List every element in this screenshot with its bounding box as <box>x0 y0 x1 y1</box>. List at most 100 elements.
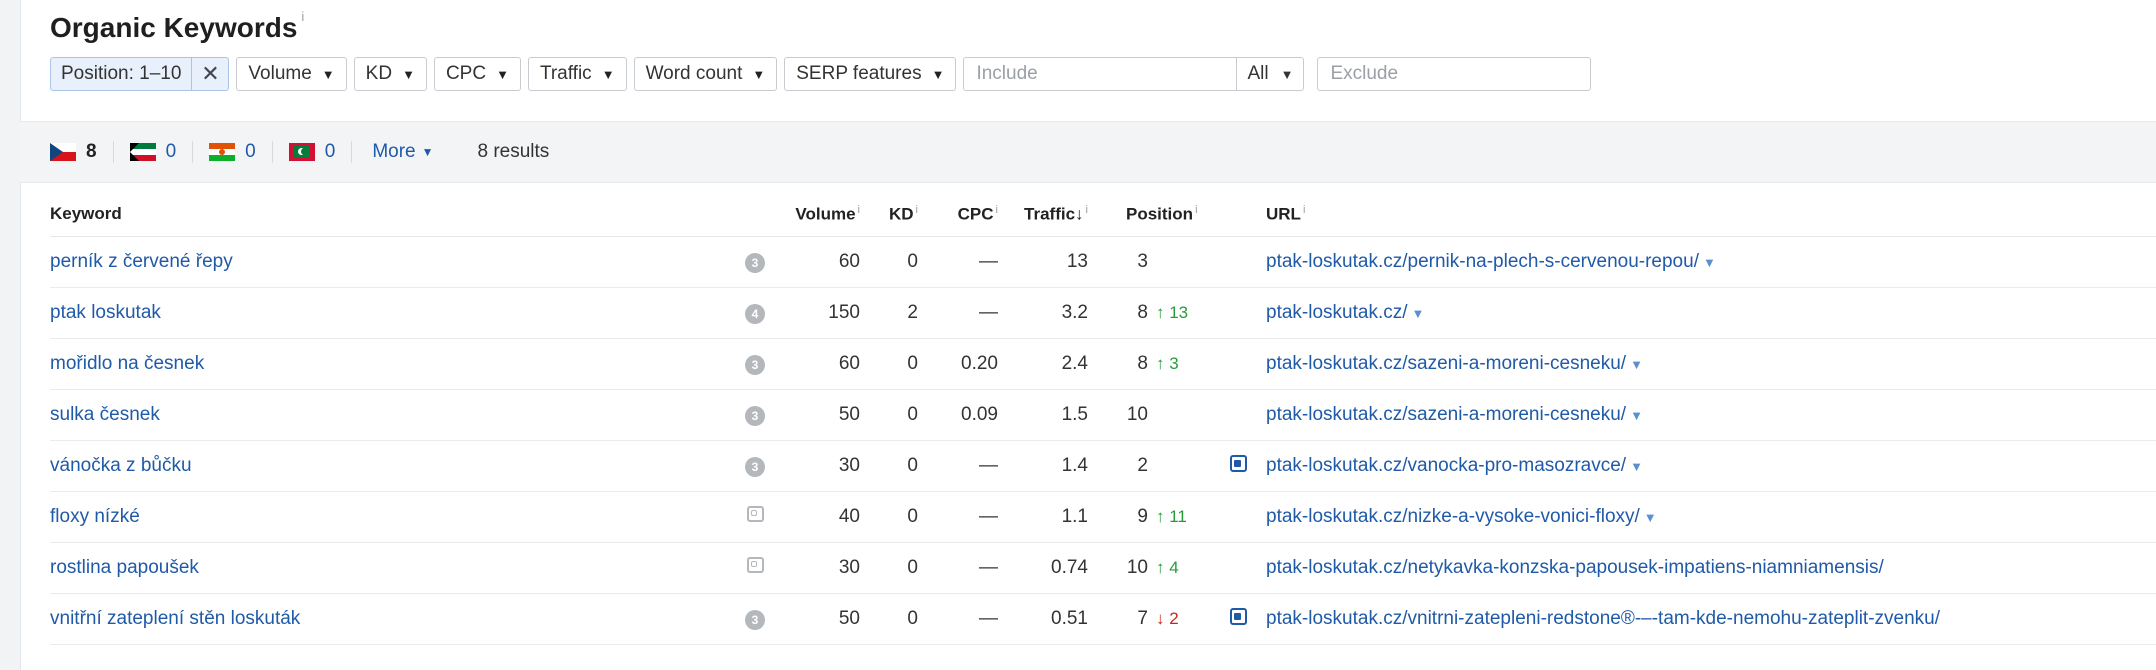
include-mode-label: All <box>1247 63 1269 84</box>
chevron-down-icon: ▼ <box>421 145 434 159</box>
kuwait-flag-icon <box>129 143 156 161</box>
exclude-input[interactable] <box>1317 57 1592 91</box>
title-info-icon[interactable]: i <box>301 8 304 26</box>
volume-cell: 30 <box>780 542 860 594</box>
cpc-filter-dropdown[interactable]: CPC ▼ <box>433 57 521 91</box>
keywords-table: Keyword Volume i KD i CPC i Traffic↓ i Posit… <box>50 192 2156 645</box>
czech-flag-icon <box>50 143 76 161</box>
word-count-filter-dropdown[interactable]: Word count ▼ <box>633 57 778 91</box>
info-icon[interactable]: i <box>1303 204 1305 216</box>
url-link[interactable]: ptak-loskutak.cz/pernik-na-plech-s-cerve… <box>1266 251 1716 272</box>
info-icon[interactable]: i <box>1086 204 1088 216</box>
chevron-down-icon[interactable]: ▼ <box>1630 408 1643 423</box>
column-traffic[interactable]: Traffic↓ i <box>998 192 1088 237</box>
table-row: rostlina papoušek 30 0 — 0.74 10 ↑ 4 ptak… <box>50 542 2156 594</box>
clear-position-filter-icon[interactable]: ✕ <box>191 58 228 90</box>
image-serp-icon[interactable] <box>746 506 764 522</box>
table-row: mořidlo na česnek 3 60 0 0.20 2.4 8 ↑ 3 p… <box>50 338 2156 390</box>
chevron-down-icon: ▼ <box>752 66 766 82</box>
include-input[interactable] <box>963 57 1238 91</box>
kd-cell: 0 <box>860 593 918 645</box>
traffic-cell: 1.1 <box>998 491 1088 543</box>
chevron-down-icon[interactable]: ▼ <box>1412 306 1425 321</box>
more-countries-button[interactable]: More ▼ <box>372 141 433 163</box>
info-icon[interactable]: i <box>1195 204 1197 216</box>
column-url[interactable]: URL i <box>1266 192 2156 237</box>
country-filter-kw[interactable]: 0 <box>129 141 194 163</box>
maldives-flag-icon <box>288 143 315 161</box>
keyword-link[interactable]: floxy nízké <box>50 506 140 527</box>
kd-filter-dropdown[interactable]: KD ▼ <box>353 57 427 91</box>
country-filter-cz[interactable]: 8 <box>50 141 114 163</box>
column-serp-badge <box>730 192 780 237</box>
chevron-down-icon: ▼ <box>402 66 415 82</box>
include-filter-group: All ▼ <box>963 57 1305 91</box>
country-filter-mv[interactable]: 0 <box>288 141 353 163</box>
info-icon[interactable]: i <box>858 204 860 216</box>
chevron-down-icon: ▼ <box>321 66 335 82</box>
position-value: 9 <box>1137 506 1148 527</box>
info-icon[interactable]: i <box>916 204 918 216</box>
cpc-cell: — <box>918 236 998 288</box>
column-spacer <box>1088 192 1126 237</box>
url-link[interactable]: ptak-loskutak.cz/nizke-a-vysoke-vonici-f… <box>1266 506 1657 527</box>
serp-count-badge[interactable]: 3 <box>745 610 765 630</box>
page-title: Organic Keywords <box>50 12 298 43</box>
kd-cell: 0 <box>860 491 918 543</box>
keyword-link[interactable]: vánočka z bůčku <box>50 455 192 476</box>
url-link[interactable]: ptak-loskutak.cz/sazeni-a-moreni-cesneku… <box>1266 404 1643 425</box>
chevron-down-icon[interactable]: ▼ <box>1630 459 1643 474</box>
cpc-cell: — <box>918 593 998 645</box>
include-mode-select[interactable]: All ▼ <box>1237 57 1305 91</box>
chevron-down-icon[interactable]: ▼ <box>1703 255 1716 270</box>
position-value: 10 <box>1126 557 1148 578</box>
volume-filter-dropdown[interactable]: Volume ▼ <box>236 57 347 91</box>
url-link[interactable]: ptak-loskutak.cz/sazeni-a-moreni-cesneku… <box>1266 353 1643 374</box>
keyword-link[interactable]: sulka česnek <box>50 404 160 425</box>
kd-cell: 0 <box>860 389 918 441</box>
keyword-link[interactable]: ptak loskutak <box>50 302 161 323</box>
column-keyword[interactable]: Keyword <box>50 192 730 237</box>
serp-count-badge[interactable]: 3 <box>745 457 765 477</box>
serp-count-badge[interactable]: 3 <box>745 406 765 426</box>
position-filter-chip[interactable]: Position: 1–10 ✕ <box>50 57 230 91</box>
chevron-down-icon[interactable]: ▼ <box>1644 510 1657 525</box>
chevron-down-icon[interactable]: ▼ <box>1630 357 1643 372</box>
column-volume[interactable]: Volume i <box>780 192 860 237</box>
chevron-down-icon: ▼ <box>931 66 945 82</box>
keyword-link[interactable]: vnitřní zateplení stěn loskuták <box>50 608 300 629</box>
image-serp-icon[interactable] <box>746 557 764 573</box>
serp-count-badge[interactable]: 4 <box>745 304 765 324</box>
serp-count-badge[interactable]: 3 <box>745 355 765 375</box>
kd-cell: 0 <box>860 236 918 288</box>
keyword-link[interactable]: perník z červené řepy <box>50 251 233 272</box>
traffic-cell: 3.2 <box>998 287 1088 339</box>
column-cpc[interactable]: CPC i <box>918 192 998 237</box>
kd-filter-label: KD <box>365 63 393 84</box>
keyword-link[interactable]: mořidlo na česnek <box>50 353 204 374</box>
serp-count-badge[interactable]: 3 <box>745 253 765 273</box>
url-link[interactable]: ptak-loskutak.cz/netykavka-konzska-papou… <box>1266 557 1884 578</box>
cpc-cell: 0.09 <box>918 389 998 441</box>
url-link[interactable]: ptak-loskutak.cz/vanocka-pro-masozravce/… <box>1266 455 1643 476</box>
keyword-link[interactable]: rostlina papoušek <box>50 557 199 578</box>
position-change-up: ↑ 3 <box>1156 354 1179 373</box>
position-filter-label[interactable]: Position: 1–10 <box>51 58 191 90</box>
serp-features-filter-dropdown[interactable]: SERP features ▼ <box>784 57 957 91</box>
position-change-up: ↑ 13 <box>1156 303 1189 322</box>
url-link[interactable]: ptak-loskutak.cz/▼ <box>1266 302 1424 323</box>
country-filter-ne[interactable]: 0 <box>209 141 273 163</box>
url-link[interactable]: ptak-loskutak.cz/vnitrni-zatepleni-redst… <box>1266 608 1940 629</box>
kd-cell: 0 <box>860 440 918 492</box>
volume-cell: 50 <box>780 389 860 441</box>
volume-cell: 150 <box>780 287 860 339</box>
position-value: 7 <box>1137 608 1148 629</box>
info-icon[interactable]: i <box>996 204 998 216</box>
country-count: 0 <box>165 141 177 162</box>
column-kd[interactable]: KD i <box>860 192 918 237</box>
image-pack-serp-icon[interactable] <box>1230 607 1247 625</box>
organic-keywords-panel: Organic Keywords i Position: 1–10 ✕ Volu… <box>20 0 2156 670</box>
image-pack-serp-icon[interactable] <box>1230 454 1247 472</box>
traffic-filter-dropdown[interactable]: Traffic ▼ <box>527 57 627 91</box>
column-position[interactable]: Position i <box>1126 192 1211 237</box>
